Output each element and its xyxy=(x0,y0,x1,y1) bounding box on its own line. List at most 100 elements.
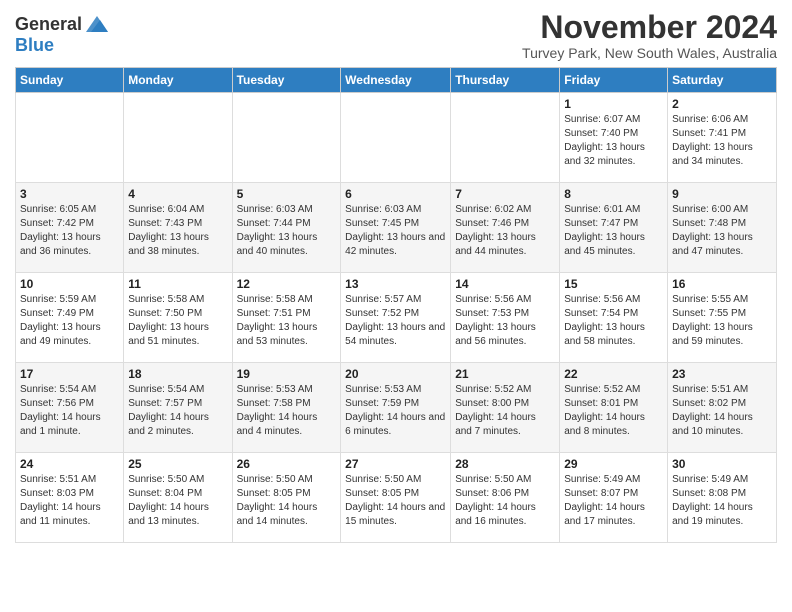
cell-sunrise: Sunrise: 5:54 AM xyxy=(128,384,204,395)
cell-date: 1 xyxy=(564,97,663,111)
cell-date: 12 xyxy=(237,277,337,291)
cell-info: Sunrise: 5:51 AM Sunset: 8:02 PM Dayligh… xyxy=(672,383,772,439)
cell-info: Sunrise: 5:54 AM Sunset: 7:57 PM Dayligh… xyxy=(128,383,227,439)
cell-date: 11 xyxy=(128,277,227,291)
col-saturday: Saturday xyxy=(668,68,777,93)
cell-sunset: Sunset: 7:44 PM xyxy=(237,218,311,229)
table-row: 11 Sunrise: 5:58 AM Sunset: 7:50 PM Dayl… xyxy=(124,273,232,363)
cell-sunrise: Sunrise: 5:53 AM xyxy=(237,384,313,395)
cell-date: 18 xyxy=(128,367,227,381)
table-row: 2 Sunrise: 6:06 AM Sunset: 7:41 PM Dayli… xyxy=(668,93,777,183)
table-row: 18 Sunrise: 5:54 AM Sunset: 7:57 PM Dayl… xyxy=(124,363,232,453)
table-row: 23 Sunrise: 5:51 AM Sunset: 8:02 PM Dayl… xyxy=(668,363,777,453)
cell-date: 27 xyxy=(345,457,446,471)
cell-info: Sunrise: 6:05 AM Sunset: 7:42 PM Dayligh… xyxy=(20,203,119,259)
cell-date: 15 xyxy=(564,277,663,291)
cell-daylight: Daylight: 13 hours and 59 minutes. xyxy=(672,322,753,347)
table-row xyxy=(232,93,341,183)
logo-icon xyxy=(86,14,108,34)
cell-sunset: Sunset: 7:53 PM xyxy=(455,308,529,319)
cell-daylight: Daylight: 14 hours and 15 minutes. xyxy=(345,502,445,527)
table-row xyxy=(16,93,124,183)
cell-info: Sunrise: 6:01 AM Sunset: 7:47 PM Dayligh… xyxy=(564,203,663,259)
table-row: 26 Sunrise: 5:50 AM Sunset: 8:05 PM Dayl… xyxy=(232,453,341,543)
cell-sunset: Sunset: 7:51 PM xyxy=(237,308,311,319)
cell-date: 19 xyxy=(237,367,337,381)
cell-date: 14 xyxy=(455,277,555,291)
cell-info: Sunrise: 5:50 AM Sunset: 8:05 PM Dayligh… xyxy=(345,473,446,529)
cell-sunset: Sunset: 7:58 PM xyxy=(237,398,311,409)
cell-sunrise: Sunrise: 5:56 AM xyxy=(564,294,640,305)
cell-date: 3 xyxy=(20,187,119,201)
cell-daylight: Daylight: 13 hours and 40 minutes. xyxy=(237,232,318,257)
table-row: 16 Sunrise: 5:55 AM Sunset: 7:55 PM Dayl… xyxy=(668,273,777,363)
table-row: 3 Sunrise: 6:05 AM Sunset: 7:42 PM Dayli… xyxy=(16,183,124,273)
cell-sunrise: Sunrise: 5:50 AM xyxy=(455,474,531,485)
cell-sunrise: Sunrise: 5:55 AM xyxy=(672,294,748,305)
cell-sunrise: Sunrise: 5:52 AM xyxy=(564,384,640,395)
cell-date: 23 xyxy=(672,367,772,381)
cell-daylight: Daylight: 14 hours and 2 minutes. xyxy=(128,412,209,437)
cell-sunrise: Sunrise: 6:05 AM xyxy=(20,204,96,215)
table-row: 12 Sunrise: 5:58 AM Sunset: 7:51 PM Dayl… xyxy=(232,273,341,363)
cell-info: Sunrise: 6:04 AM Sunset: 7:43 PM Dayligh… xyxy=(128,203,227,259)
cell-daylight: Daylight: 13 hours and 49 minutes. xyxy=(20,322,101,347)
cell-sunrise: Sunrise: 5:51 AM xyxy=(672,384,748,395)
cell-info: Sunrise: 5:59 AM Sunset: 7:49 PM Dayligh… xyxy=(20,293,119,349)
table-row: 20 Sunrise: 5:53 AM Sunset: 7:59 PM Dayl… xyxy=(341,363,451,453)
cell-info: Sunrise: 5:49 AM Sunset: 8:07 PM Dayligh… xyxy=(564,473,663,529)
cell-sunset: Sunset: 7:55 PM xyxy=(672,308,746,319)
cell-date: 10 xyxy=(20,277,119,291)
cell-sunrise: Sunrise: 5:58 AM xyxy=(237,294,313,305)
cell-sunset: Sunset: 8:05 PM xyxy=(237,488,311,499)
cell-sunset: Sunset: 8:01 PM xyxy=(564,398,638,409)
cell-date: 2 xyxy=(672,97,772,111)
cell-date: 7 xyxy=(455,187,555,201)
logo-general: General xyxy=(15,14,82,35)
title-block: November 2024 Turvey Park, New South Wal… xyxy=(522,10,777,61)
table-row: 10 Sunrise: 5:59 AM Sunset: 7:49 PM Dayl… xyxy=(16,273,124,363)
cell-info: Sunrise: 6:00 AM Sunset: 7:48 PM Dayligh… xyxy=(672,203,772,259)
cell-info: Sunrise: 5:50 AM Sunset: 8:05 PM Dayligh… xyxy=(237,473,337,529)
cell-daylight: Daylight: 14 hours and 14 minutes. xyxy=(237,502,318,527)
month-title: November 2024 xyxy=(522,10,777,45)
cell-sunset: Sunset: 8:04 PM xyxy=(128,488,202,499)
cell-daylight: Daylight: 13 hours and 34 minutes. xyxy=(672,142,753,167)
cell-sunset: Sunset: 7:59 PM xyxy=(345,398,419,409)
cell-daylight: Daylight: 14 hours and 6 minutes. xyxy=(345,412,445,437)
cell-info: Sunrise: 5:58 AM Sunset: 7:50 PM Dayligh… xyxy=(128,293,227,349)
cell-date: 4 xyxy=(128,187,227,201)
cell-sunset: Sunset: 8:03 PM xyxy=(20,488,94,499)
cell-date: 29 xyxy=(564,457,663,471)
cell-info: Sunrise: 6:06 AM Sunset: 7:41 PM Dayligh… xyxy=(672,113,772,169)
logo-blue: Blue xyxy=(15,35,54,55)
table-row xyxy=(124,93,232,183)
cell-sunrise: Sunrise: 6:03 AM xyxy=(237,204,313,215)
cell-daylight: Daylight: 13 hours and 44 minutes. xyxy=(455,232,536,257)
cell-sunrise: Sunrise: 5:49 AM xyxy=(564,474,640,485)
cell-daylight: Daylight: 13 hours and 51 minutes. xyxy=(128,322,209,347)
page: General Blue November 2024 Turvey Park, … xyxy=(0,0,792,553)
cell-sunrise: Sunrise: 6:01 AM xyxy=(564,204,640,215)
table-row: 28 Sunrise: 5:50 AM Sunset: 8:06 PM Dayl… xyxy=(451,453,560,543)
cell-date: 21 xyxy=(455,367,555,381)
calendar-week-row: 10 Sunrise: 5:59 AM Sunset: 7:49 PM Dayl… xyxy=(16,273,777,363)
cell-date: 9 xyxy=(672,187,772,201)
calendar-week-row: 1 Sunrise: 6:07 AM Sunset: 7:40 PM Dayli… xyxy=(16,93,777,183)
cell-sunset: Sunset: 7:45 PM xyxy=(345,218,419,229)
cell-sunset: Sunset: 8:06 PM xyxy=(455,488,529,499)
cell-sunrise: Sunrise: 6:00 AM xyxy=(672,204,748,215)
cell-sunrise: Sunrise: 5:50 AM xyxy=(345,474,421,485)
table-row: 19 Sunrise: 5:53 AM Sunset: 7:58 PM Dayl… xyxy=(232,363,341,453)
table-row: 14 Sunrise: 5:56 AM Sunset: 7:53 PM Dayl… xyxy=(451,273,560,363)
cell-daylight: Daylight: 13 hours and 47 minutes. xyxy=(672,232,753,257)
cell-sunrise: Sunrise: 6:07 AM xyxy=(564,114,640,125)
col-friday: Friday xyxy=(560,68,668,93)
cell-date: 25 xyxy=(128,457,227,471)
cell-date: 6 xyxy=(345,187,446,201)
cell-sunset: Sunset: 7:46 PM xyxy=(455,218,529,229)
cell-info: Sunrise: 5:54 AM Sunset: 7:56 PM Dayligh… xyxy=(20,383,119,439)
cell-sunset: Sunset: 7:49 PM xyxy=(20,308,94,319)
col-monday: Monday xyxy=(124,68,232,93)
col-sunday: Sunday xyxy=(16,68,124,93)
